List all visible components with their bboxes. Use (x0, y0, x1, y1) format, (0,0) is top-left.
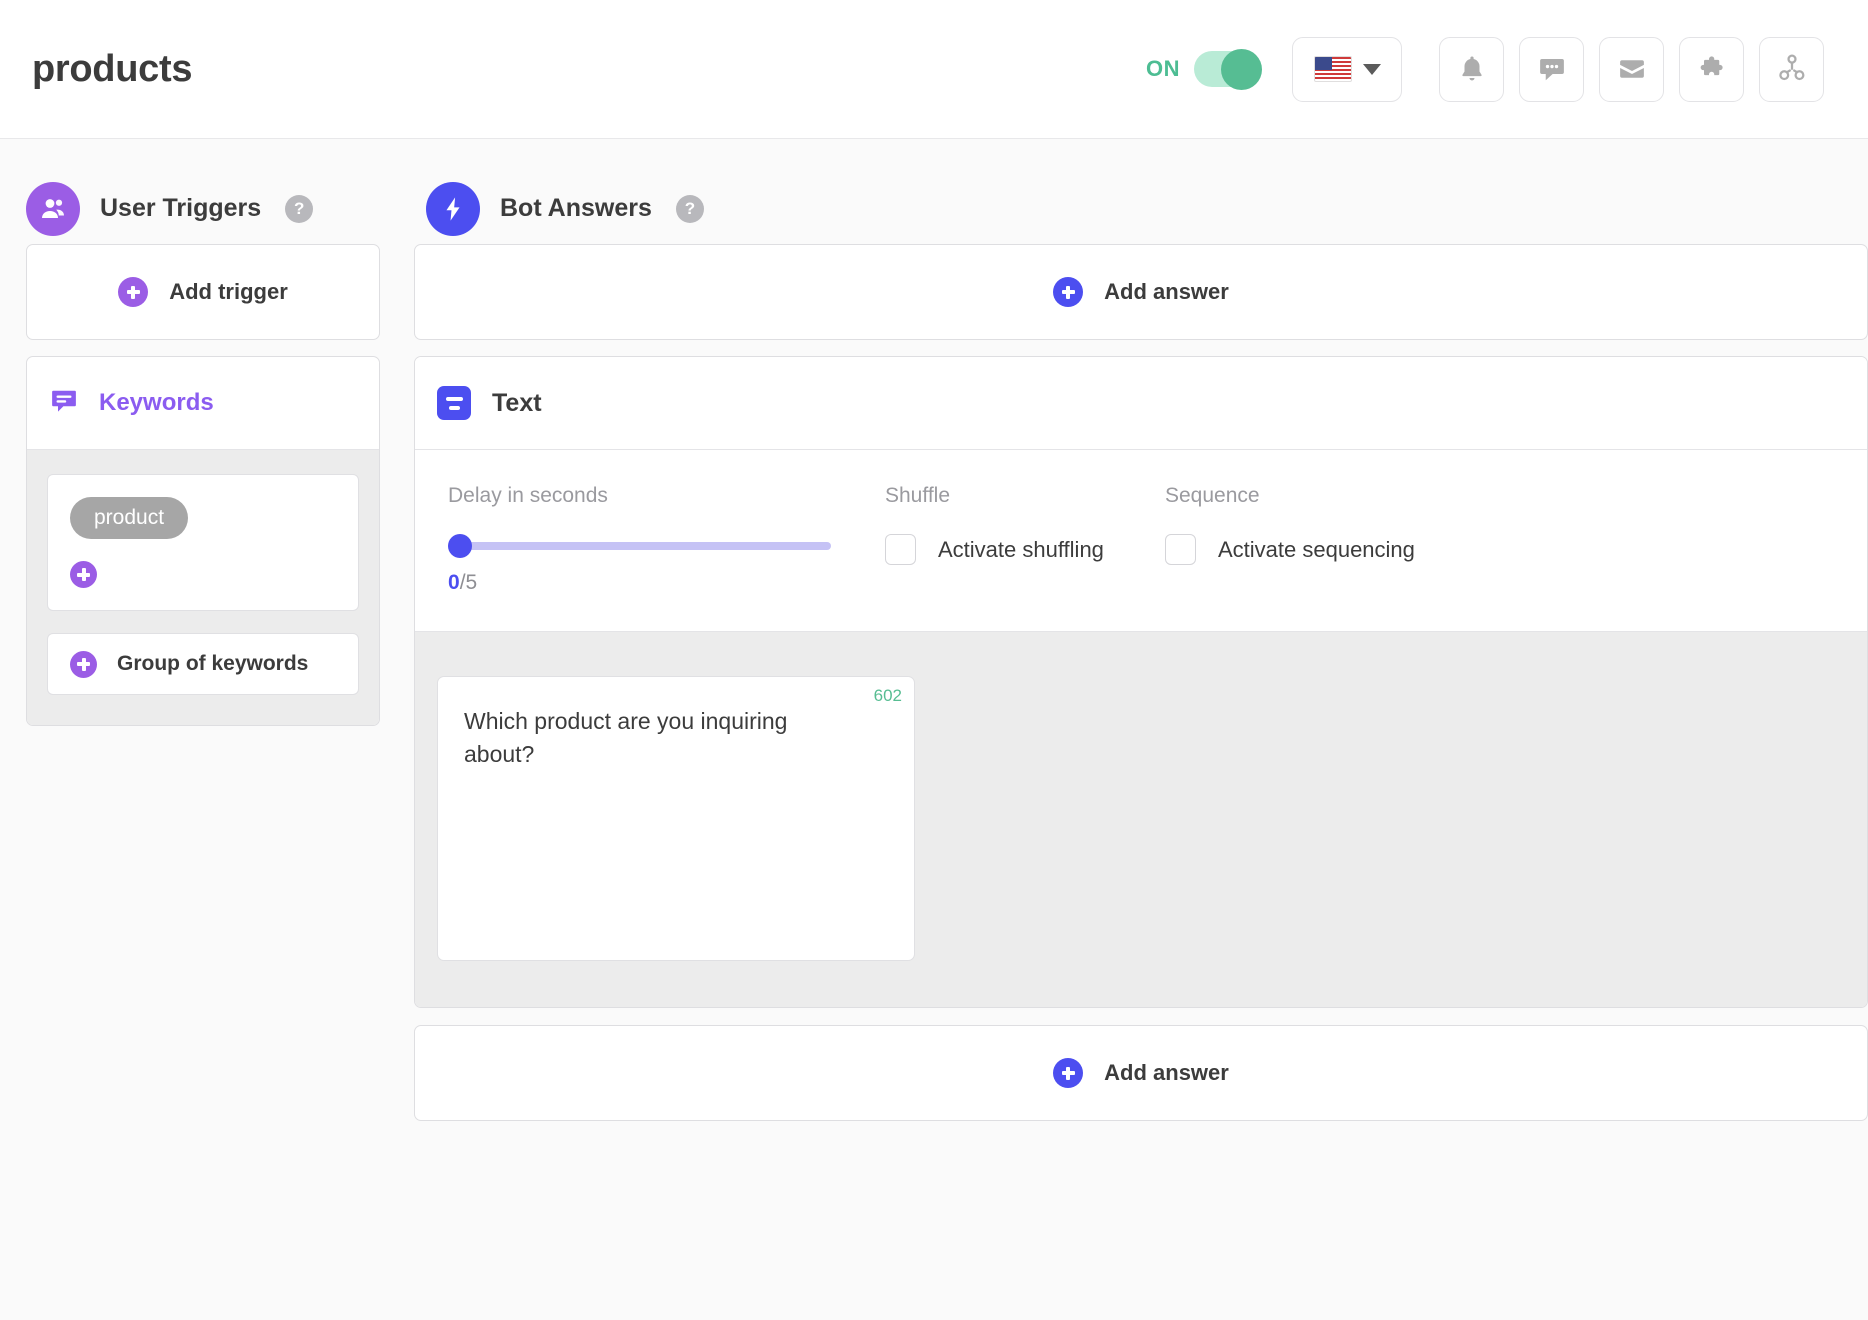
user-triggers-help-icon[interactable]: ? (285, 194, 314, 223)
delay-max: /5 (459, 571, 478, 594)
inbox-button[interactable] (1599, 36, 1664, 102)
bot-answers-panel: Add answer Text Delay in seconds 0/5 Shu… (414, 244, 1868, 1121)
lightning-bolt-icon (426, 181, 480, 236)
keywords-card-body: product Group of keywords (27, 450, 379, 725)
character-counter: 602 (873, 686, 902, 705)
bell-icon (1461, 56, 1482, 81)
delay-slider[interactable] (448, 534, 831, 558)
text-line (445, 396, 463, 401)
toggle-state-label: ON (1146, 56, 1180, 81)
panels: Add trigger Keywords product Group of ke… (0, 244, 1868, 1121)
plus-icon (1053, 1058, 1084, 1088)
chevron-down-icon (1362, 63, 1381, 75)
sequence-label: Sequence (1165, 484, 1260, 507)
notifications-button[interactable] (1439, 36, 1504, 102)
user-triggers-heading: User Triggers ? (26, 181, 400, 236)
text-block-icon (437, 386, 471, 420)
answer-text-value: Which product are you inquiring about? (464, 708, 794, 768)
workspace: User Triggers ? Bot Answers ? Add trigge… (0, 139, 1868, 1320)
connections-icon (1778, 54, 1804, 81)
group-of-keywords-button[interactable]: Group of keywords (47, 633, 359, 695)
keywords-card-header[interactable]: Keywords (27, 357, 379, 450)
us-flag-icon (1313, 56, 1352, 82)
add-answer-label: Add answer (1104, 1060, 1229, 1085)
envelope-icon (1619, 60, 1644, 78)
delay-value: 0/5 (448, 571, 852, 595)
text-answer-header[interactable]: Text (415, 357, 1867, 450)
keywords-card: Keywords product Group of keywords (26, 356, 380, 726)
chat-bubble-icon (1539, 59, 1564, 81)
sequence-checkbox-row[interactable]: Activate sequencing (1165, 534, 1415, 565)
language-selector[interactable] (1292, 36, 1402, 102)
shuffle-checkbox-row[interactable]: Activate shuffling (885, 534, 1132, 565)
top-bar: products ON (0, 0, 1868, 139)
add-answer-label: Add answer (1104, 279, 1229, 304)
delay-current: 0 (448, 571, 460, 594)
slider-track (448, 542, 831, 550)
delay-label: Delay in seconds (448, 484, 608, 507)
add-trigger-button[interactable]: Add trigger (26, 244, 380, 340)
users-icon (26, 181, 80, 236)
activate-sequencing-label: Activate sequencing (1218, 536, 1415, 562)
shuffle-setting: Shuffle Activate shuffling (852, 484, 1132, 595)
activate-sequencing-checkbox[interactable] (1165, 534, 1196, 565)
delay-setting: Delay in seconds 0/5 (415, 484, 852, 595)
user-triggers-title: User Triggers (100, 194, 262, 222)
add-answer-button-top[interactable]: Add answer (414, 244, 1868, 340)
toggle-knob (1221, 49, 1262, 90)
shuffle-label: Shuffle (885, 484, 950, 507)
text-line (448, 405, 460, 410)
text-answer-settings: Delay in seconds 0/5 Shuffle Activate sh… (415, 450, 1867, 632)
sequence-setting: Sequence Activate sequencing (1132, 484, 1415, 595)
add-trigger-label: Add trigger (169, 279, 288, 304)
puzzle-piece-icon (1700, 56, 1723, 76)
top-bar-actions: ON (1146, 36, 1824, 102)
keyword-list: product (47, 474, 359, 611)
flag-canton (1314, 57, 1332, 70)
keywords-card-title: Keywords (99, 389, 214, 416)
plus-icon (1053, 277, 1084, 307)
bot-answers-help-icon[interactable]: ? (675, 194, 704, 223)
activate-shuffling-checkbox[interactable] (885, 534, 916, 565)
bot-power-toggle-group: ON (1146, 49, 1262, 90)
chats-button[interactable] (1519, 36, 1584, 102)
bot-power-toggle[interactable] (1194, 49, 1262, 90)
text-answer-card: Text Delay in seconds 0/5 Shuffle Activa… (414, 356, 1868, 1008)
plus-icon (70, 650, 97, 678)
bot-answers-title: Bot Answers (500, 194, 652, 222)
user-triggers-panel: Add trigger Keywords product Group of ke… (26, 244, 380, 726)
page-title: products (32, 47, 193, 90)
text-answer-body: 602 Which product are you inquiring abou… (415, 632, 1867, 1007)
add-answer-button-bottom[interactable]: Add answer (414, 1025, 1868, 1121)
activate-shuffling-label: Activate shuffling (938, 536, 1104, 562)
text-answer-title: Text (492, 388, 542, 417)
slider-thumb[interactable] (448, 534, 472, 558)
bot-answers-heading: Bot Answers ? (426, 181, 704, 236)
speech-bubble-icon (49, 386, 79, 421)
add-keyword-row (70, 561, 336, 588)
plus-icon[interactable] (70, 561, 97, 588)
connections-button[interactable] (1759, 36, 1824, 102)
plugins-button[interactable] (1679, 36, 1744, 102)
section-headings: User Triggers ? Bot Answers ? (0, 139, 1868, 244)
answer-text-input[interactable]: 602 Which product are you inquiring abou… (437, 676, 915, 961)
group-of-keywords-label: Group of keywords (117, 652, 309, 675)
keyword-chip[interactable]: product (70, 497, 189, 539)
plus-icon (118, 277, 149, 307)
